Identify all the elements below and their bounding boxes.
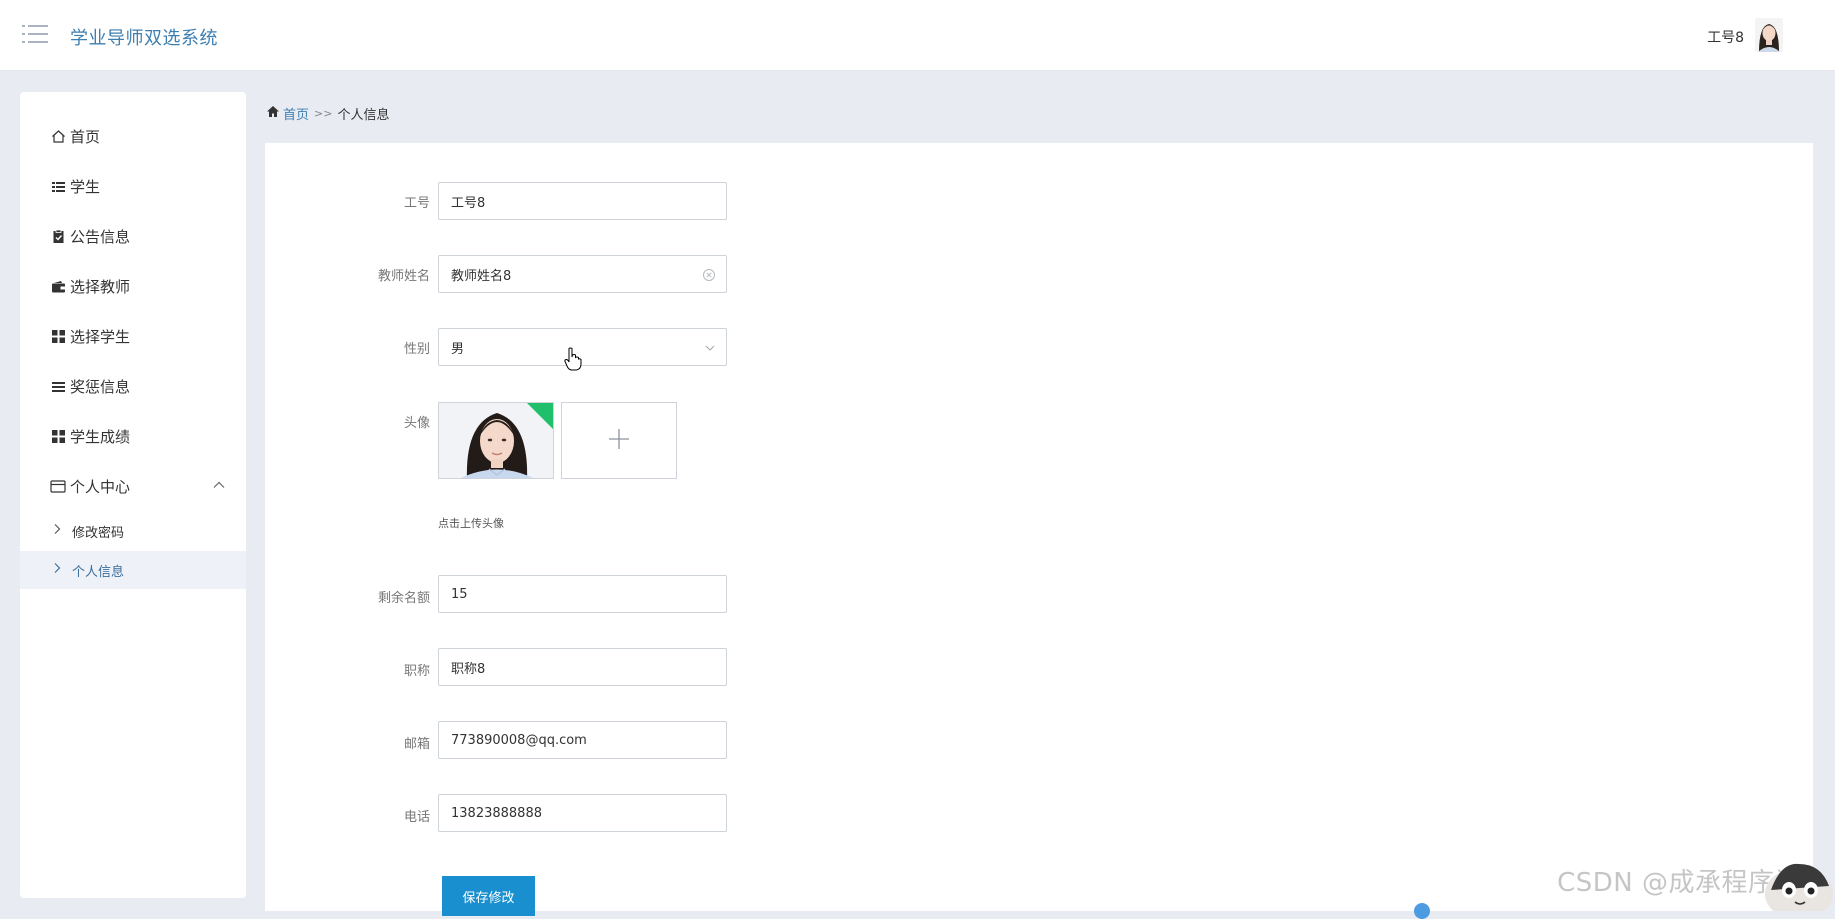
home-icon [266, 105, 280, 122]
avatar-label: 头像 [403, 416, 430, 431]
grid-icon [50, 328, 66, 344]
sidebar-item-label: 奖惩信息 [70, 377, 131, 396]
app-title: 学业导师双选系统 [70, 28, 218, 49]
sidebar-item-label: 首页 [70, 127, 101, 146]
profile-form-card: 工号 教师姓名 性别 男 头像 点击上传头像 [265, 143, 1813, 916]
remaining-quota-label: 剩余名额 [377, 591, 430, 606]
employee-id-field[interactable] [438, 182, 727, 220]
save-button[interactable]: 保存修改 [442, 876, 535, 916]
teacher-name-field[interactable] [438, 255, 727, 293]
menu-toggle-icon[interactable] [22, 23, 48, 45]
title-label: 职称 [403, 664, 430, 679]
clipboard-icon [50, 228, 66, 244]
sidebar-subitem-label: 个人信息 [72, 564, 125, 580]
plus-icon [607, 427, 631, 455]
phone-label: 电话 [403, 810, 430, 825]
wallet-icon [50, 278, 66, 294]
teacher-name-label: 教师姓名 [377, 269, 430, 284]
chevron-down-icon [704, 342, 716, 358]
sidebar-subitem-personal-info[interactable]: 个人信息 [20, 551, 246, 589]
breadcrumb-home-link[interactable]: 首页 [283, 104, 309, 123]
list-icon [50, 178, 66, 194]
title-field[interactable] [438, 648, 727, 686]
breadcrumb: 首页 >> 个人信息 [266, 104, 389, 123]
avatar-upload-button[interactable] [561, 402, 677, 479]
breadcrumb-separator: >> [314, 107, 333, 120]
sidebar-item-choose-teacher[interactable]: 选择教师 [20, 262, 246, 310]
clear-icon[interactable] [702, 267, 716, 281]
gender-label: 性别 [403, 342, 430, 357]
sidebar-item-label: 学生成绩 [70, 427, 131, 446]
gender-selected-value: 男 [451, 341, 465, 357]
sidebar-item-personal-center[interactable]: 个人中心 [20, 462, 246, 510]
top-header: 学业导师双选系统 工号8 [0, 0, 1835, 71]
mascot-image [1755, 850, 1835, 919]
chevron-right-icon [52, 523, 62, 539]
sidebar-item-label: 公告信息 [70, 227, 131, 246]
grid-icon [50, 428, 66, 444]
user-avatar[interactable] [1755, 18, 1783, 52]
sidebar-item-announcements[interactable]: 公告信息 [20, 212, 246, 260]
phone-field[interactable] [438, 794, 727, 832]
avatar-preview-image[interactable] [438, 402, 554, 479]
employee-id-label: 工号 [403, 196, 430, 211]
chevron-up-icon[interactable] [212, 478, 226, 496]
remaining-quota-field[interactable] [438, 575, 727, 613]
sidebar-item-choose-student[interactable]: 选择学生 [20, 312, 246, 360]
sidebar-item-students[interactable]: 学生 [20, 162, 246, 210]
sidebar-item-label: 学生 [70, 177, 101, 196]
sidebar-item-label: 选择学生 [70, 327, 131, 346]
sidebar-item-grades[interactable]: 学生成绩 [20, 412, 246, 460]
sidebar-item-label: 选择教师 [70, 277, 131, 296]
sidebar: 首页 学生 公告信息 选择教师 选择学生 奖惩信息 学生成绩 个人中心 修改密码… [20, 92, 246, 898]
user-name[interactable]: 工号8 [1707, 27, 1744, 47]
sidebar-subitem-label: 修改密码 [72, 525, 125, 541]
lines-icon [50, 378, 66, 394]
sidebar-item-rewards[interactable]: 奖惩信息 [20, 362, 246, 410]
email-field[interactable] [438, 721, 727, 759]
sidebar-subitem-change-password[interactable]: 修改密码 [20, 512, 246, 550]
breadcrumb-current: 个人信息 [337, 108, 390, 123]
hand-cursor-icon [564, 347, 582, 375]
sidebar-item-label: 个人中心 [70, 477, 131, 496]
chevron-right-icon [52, 562, 62, 578]
home-icon [50, 128, 66, 144]
gender-select[interactable]: 男 [438, 328, 727, 366]
upload-success-badge [527, 403, 553, 429]
avatar-upload-hint: 点击上传头像 [438, 517, 504, 530]
email-label: 邮箱 [403, 737, 430, 752]
sidebar-item-home[interactable]: 首页 [20, 112, 246, 160]
floating-dot[interactable] [1414, 903, 1430, 919]
card-icon [50, 478, 66, 494]
